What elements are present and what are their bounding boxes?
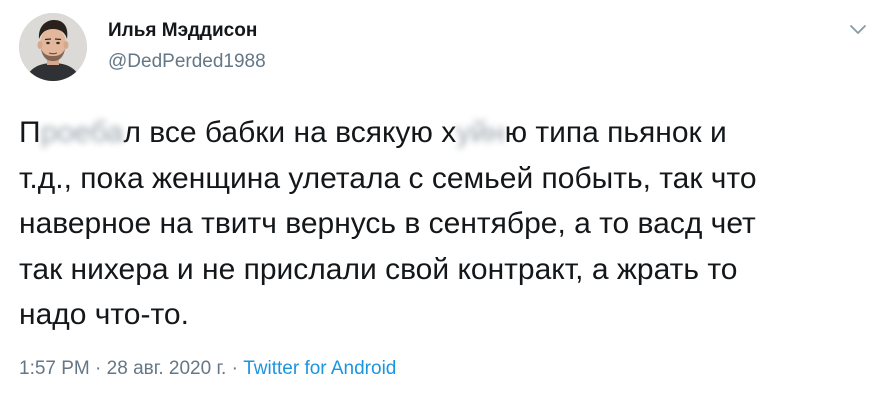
tweet-time[interactable]: 1:57 PM <box>19 358 90 379</box>
tweet-text-line: Проебал все бабки на всякую хуйню типа п… <box>19 116 727 149</box>
censored-word: роеба <box>40 116 124 149</box>
tweet-text-line: т.д., пока женщина улетала с семьей побы… <box>19 161 757 195</box>
separator: · <box>89 358 107 379</box>
tweet-text-line: так нихера и не прислали свой контракт, … <box>19 252 738 286</box>
tweet-date[interactable]: 28 авг. 2020 г. <box>107 358 227 379</box>
tweet-text-line: надо что-то. <box>19 298 189 331</box>
tweet-text-line: наверное на твитч вернусь в сентябре, а … <box>19 207 756 240</box>
avatar[interactable] <box>19 13 87 81</box>
tweet-meta: 1:57 PM · 28 авг. 2020 г. · Twitter for … <box>19 358 396 380</box>
chevron-down-icon[interactable] <box>846 20 870 40</box>
avatar-image <box>19 13 87 81</box>
censored-word: уйн <box>456 116 505 149</box>
author-handle[interactable]: @DedPerded1988 <box>108 51 266 73</box>
author-display-name[interactable]: Илья Мэддисон <box>108 20 257 42</box>
tweet-card: Илья Мэддисон @DedPerded1988 Проебал все… <box>0 0 885 404</box>
tweet-source-link[interactable]: Twitter for Android <box>243 358 396 379</box>
separator: · <box>226 358 244 379</box>
tweet-text: Проебал все бабки на всякую хуйню типа п… <box>19 110 869 338</box>
